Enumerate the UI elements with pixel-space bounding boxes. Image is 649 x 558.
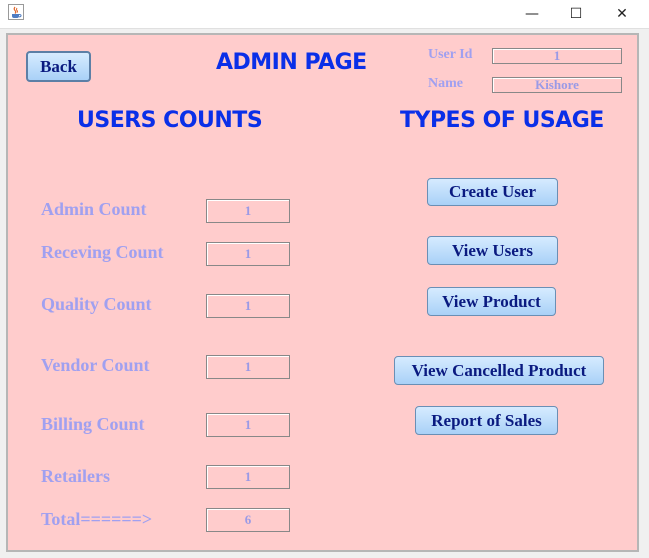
receving-count-label: Receving Count [41,242,164,262]
retailers-field[interactable]: 1 [206,465,290,489]
maximize-button[interactable]: ☐ [553,0,599,28]
types-of-usage-heading: TYPES OF USAGE [400,108,604,133]
vendor-count-label: Vendor Count [41,355,150,375]
page-title: ADMIN PAGE [216,50,367,75]
vendor-count-field[interactable]: 1 [206,355,290,379]
retailers-label: Retailers [41,466,110,486]
admin-count-field[interactable]: 1 [206,199,290,223]
total-field[interactable]: 6 [206,508,290,532]
minimize-button[interactable]: — [509,0,555,28]
name-label: Name [428,76,463,91]
quality-count-field[interactable]: 1 [206,294,290,318]
window-titlebar: — ☐ ✕ [0,0,649,29]
user-id-field[interactable]: 1 [492,48,622,64]
billing-count-label: Billing Count [41,414,145,434]
view-product-button[interactable]: View Product [427,287,556,316]
users-counts-heading: USERS COUNTS [77,108,263,133]
view-users-button[interactable]: View Users [427,236,558,265]
billing-count-field[interactable]: 1 [206,413,290,437]
back-button[interactable]: Back [26,51,91,82]
user-id-label: User Id [428,47,473,62]
java-cup-icon [8,4,24,20]
quality-count-label: Quality Count [41,294,152,314]
view-cancelled-product-button[interactable]: View Cancelled Product [394,356,604,385]
total-label: Total======> [41,509,153,529]
admin-count-label: Admin Count [41,199,147,219]
name-field[interactable]: Kishore [492,77,622,93]
create-user-button[interactable]: Create User [427,178,558,206]
report-of-sales-button[interactable]: Report of Sales [415,406,558,435]
close-button[interactable]: ✕ [599,0,645,28]
receving-count-field[interactable]: 1 [206,242,290,266]
